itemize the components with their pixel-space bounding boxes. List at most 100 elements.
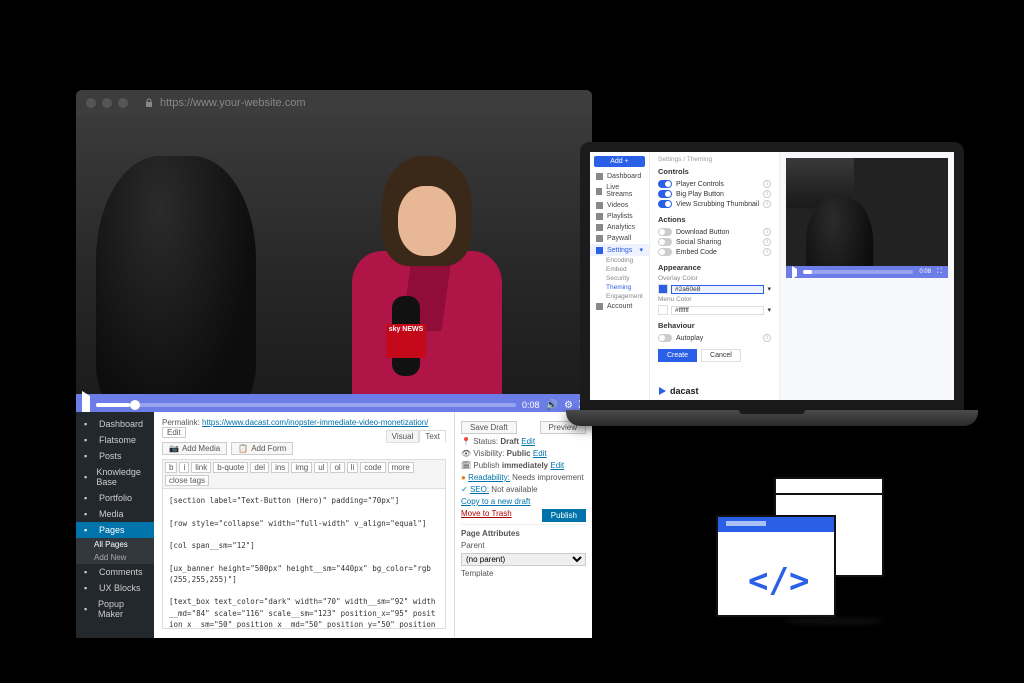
chevron-down-icon: ▾ — [639, 246, 643, 254]
dropdown-icon[interactable]: ▾ — [767, 285, 771, 293]
toolbar-link-button[interactable]: link — [191, 462, 211, 473]
toolbar-ins-button[interactable]: ins — [271, 462, 289, 473]
overlay-color-swatch[interactable] — [658, 284, 668, 294]
schedule-edit-link[interactable]: Edit — [550, 461, 564, 470]
volume-icon[interactable]: 🔊 — [546, 400, 558, 411]
toolbar-close-tags-button[interactable]: close tags — [165, 475, 209, 486]
save-draft-button[interactable]: Save Draft — [461, 421, 517, 434]
info-icon[interactable]: i — [763, 200, 771, 208]
toggle-switch[interactable] — [658, 248, 672, 256]
parent-label: Parent — [461, 541, 586, 550]
toolbar-code-button[interactable]: code — [360, 462, 385, 473]
nav-icon — [596, 235, 603, 242]
dropdown-icon[interactable]: ▾ — [767, 306, 771, 314]
toggle-switch[interactable] — [658, 200, 672, 208]
code-textarea[interactable]: [section label="Text-Button (Hero)" padd… — [162, 489, 446, 629]
toolbar-img-button[interactable]: img — [291, 462, 312, 473]
wp-sidebar-subitem[interactable]: Add New — [76, 551, 154, 564]
toolbar-del-button[interactable]: del — [250, 462, 269, 473]
wp-sidebar-item[interactable]: ▪Comments — [76, 564, 154, 580]
progress-bar[interactable] — [803, 270, 913, 274]
publish-button[interactable]: Publish — [542, 509, 586, 522]
toolbar-li-button[interactable]: li — [347, 462, 359, 473]
dash-sidebar-item[interactable]: Account — [590, 301, 649, 312]
dash-sidebar-subitem[interactable]: Theming — [590, 283, 649, 292]
toolbar-ol-button[interactable]: ol — [330, 462, 344, 473]
wordpress-editor: ▪Dashboard▪Flatsome▪Posts▪Knowledge Base… — [76, 412, 592, 638]
toggle-switch[interactable] — [658, 180, 672, 188]
permalink-url[interactable]: https://www.dacast.com/inopster-immediat… — [202, 418, 428, 427]
info-icon[interactable]: i — [763, 190, 771, 198]
menu-color-input[interactable]: #ffffff — [671, 306, 764, 315]
toggle-switch[interactable] — [658, 190, 672, 198]
toolbar-b-quote-button[interactable]: b-quote — [213, 462, 248, 473]
create-button[interactable]: Create — [658, 349, 697, 362]
wp-sidebar-item[interactable]: ▪Knowledge Base — [76, 464, 154, 490]
scene-cameraman — [96, 156, 256, 416]
wp-sidebar-item[interactable]: ▪Pages — [76, 522, 154, 538]
menu-color-swatch[interactable] — [658, 305, 668, 315]
traffic-close-icon[interactable] — [86, 98, 96, 108]
dash-sidebar-item[interactable]: Analytics — [590, 222, 649, 233]
calendar-icon: 🗓 — [461, 461, 471, 470]
wp-sidebar-item[interactable]: ▪Posts — [76, 448, 154, 464]
wp-sidebar-item[interactable]: ▪Dashboard — [76, 416, 154, 432]
video-player[interactable]: sky NEWS 0:08 🔊 ⚙ ⛶ — [76, 116, 592, 416]
wp-sidebar-item[interactable]: ▪Media — [76, 506, 154, 522]
move-trash-link[interactable]: Move to Trash — [461, 509, 512, 518]
progress-bar[interactable] — [96, 403, 516, 407]
traffic-max-icon[interactable] — [118, 98, 128, 108]
info-icon[interactable]: i — [763, 180, 771, 188]
visibility-edit-link[interactable]: Edit — [533, 449, 547, 458]
traffic-min-icon[interactable] — [102, 98, 112, 108]
cancel-button[interactable]: Cancel — [701, 349, 741, 362]
wp-sidebar-item[interactable]: ▪Popup Maker — [76, 596, 154, 622]
progress-knob-icon[interactable] — [130, 400, 140, 410]
play-icon[interactable] — [792, 269, 797, 276]
wp-sidebar-item[interactable]: ▪Flatsome — [76, 432, 154, 448]
status-edit-link[interactable]: Edit — [521, 437, 535, 446]
camera-icon: 📷 — [169, 444, 179, 453]
dash-sidebar-subitem[interactable]: Embed — [590, 265, 649, 274]
add-button[interactable]: Add + — [594, 156, 645, 167]
info-icon[interactable]: i — [763, 238, 771, 246]
toolbar-ul-button[interactable]: ul — [314, 462, 328, 473]
pin-icon: ▪ — [84, 451, 94, 461]
dash-sidebar-item[interactable]: Dashboard — [590, 171, 649, 182]
wp-sidebar-subitem[interactable]: All Pages — [76, 538, 154, 551]
wp-sidebar-item[interactable]: ▪Portfolio — [76, 490, 154, 506]
mic-flag-label: sky NEWS — [388, 326, 424, 334]
preview-video-player[interactable]: 0:08 ⛶ — [786, 158, 948, 278]
dash-sidebar-subitem[interactable]: Engagement — [590, 292, 649, 301]
url-bar[interactable]: https://www.your-website.com — [144, 97, 582, 109]
info-icon[interactable]: i — [763, 228, 771, 236]
copy-draft-link[interactable]: Copy to a new draft — [461, 497, 530, 506]
overlay-color-input[interactable]: #2a60e8 — [671, 285, 764, 294]
toolbar-more-button[interactable]: more — [388, 462, 414, 473]
dash-sidebar-item[interactable]: Paywall — [590, 233, 649, 244]
toggle-switch[interactable] — [658, 238, 672, 246]
dash-sidebar-subitem[interactable]: Encoding — [590, 256, 649, 265]
fullscreen-icon[interactable]: ⛶ — [937, 268, 942, 276]
info-icon[interactable]: i — [763, 334, 771, 342]
parent-select[interactable]: (no parent) — [461, 553, 586, 566]
toggle-switch[interactable] — [658, 228, 672, 236]
permalink-edit-button[interactable]: Edit — [162, 427, 186, 438]
tab-visual[interactable]: Visual — [386, 430, 420, 443]
book-icon: ▪ — [84, 472, 91, 482]
wp-sidebar-item[interactable]: ▪UX Blocks — [76, 580, 154, 596]
add-form-button[interactable]: 📋Add Form — [231, 442, 293, 455]
dash-sidebar-subitem[interactable]: Security — [590, 274, 649, 283]
add-media-button[interactable]: 📷Add Media — [162, 442, 227, 455]
dash-sidebar-item[interactable]: Live Streams — [590, 182, 649, 200]
dash-sidebar-item[interactable]: Playlists — [590, 211, 649, 222]
toolbar-i-button[interactable]: i — [179, 462, 189, 473]
tab-text[interactable]: Text — [419, 430, 446, 443]
dash-sidebar-item[interactable]: Videos — [590, 200, 649, 211]
embed-code-illustration: </> — [716, 477, 884, 617]
dash-sidebar-item[interactable]: Settings▾ — [590, 244, 649, 256]
info-icon[interactable]: i — [763, 248, 771, 256]
toolbar-b-button[interactable]: b — [165, 462, 177, 473]
behaviour-section: Behaviour Autoplayi — [658, 321, 771, 343]
toggle-switch[interactable] — [658, 334, 672, 342]
